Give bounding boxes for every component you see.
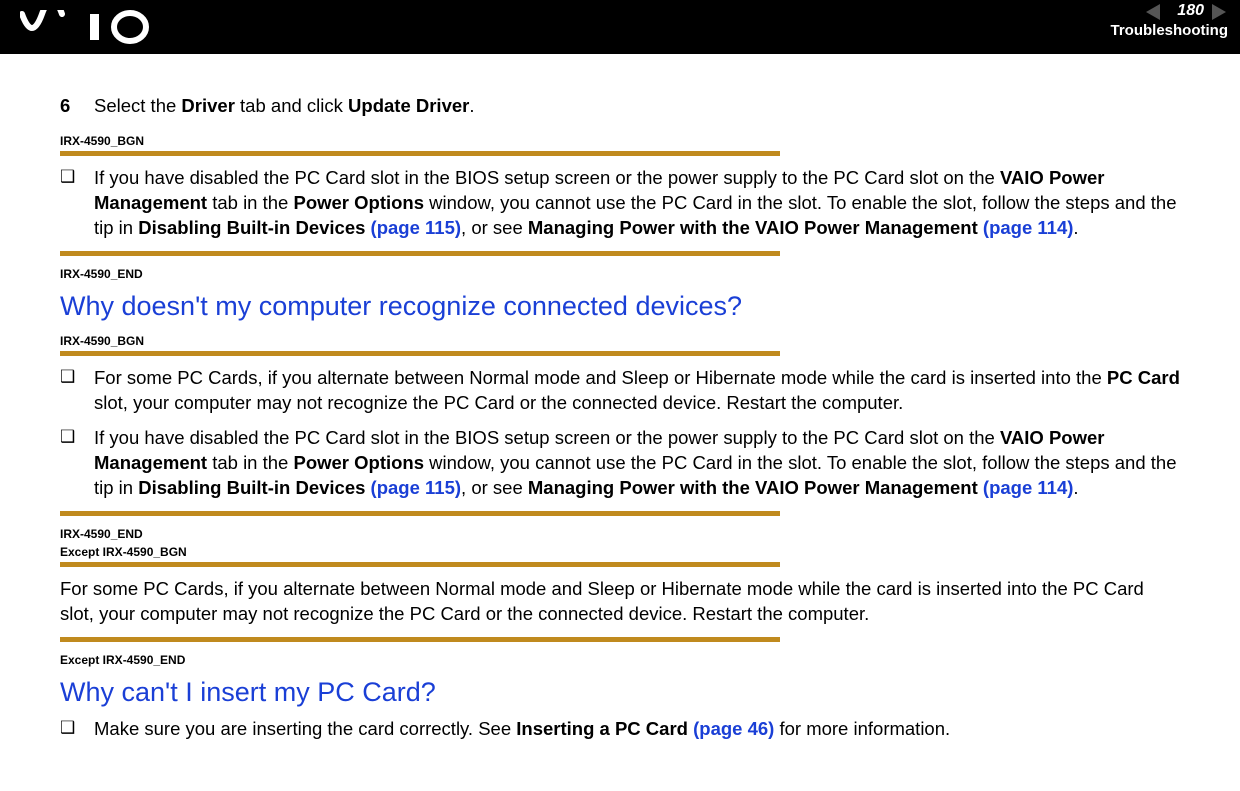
- vaio-logo-svg: [20, 10, 160, 44]
- page-content: 6 Select the Driver tab and click Update…: [0, 54, 1240, 782]
- marker-bgn: IRX-4590_BGN: [60, 333, 1180, 349]
- page-link[interactable]: (page 115): [371, 217, 462, 238]
- nav-prev-icon[interactable]: [1146, 4, 1160, 20]
- marker-except-end: Except IRX-4590_END: [60, 652, 1180, 668]
- bullet-text: If you have disabled the PC Card slot in…: [94, 166, 1180, 241]
- bullet-item: ❑ If you have disabled the PC Card slot …: [60, 426, 1180, 501]
- step-row: 6 Select the Driver tab and click Update…: [60, 94, 1180, 119]
- bullet-text: For some PC Cards, if you alternate betw…: [94, 366, 1180, 416]
- rule-divider: [60, 251, 780, 256]
- page-link[interactable]: (page 46): [693, 718, 774, 739]
- page-number: 180: [1177, 2, 1204, 20]
- marker-end: IRX-4590_END: [60, 526, 1180, 542]
- header-bar: 180 Troubleshooting: [0, 0, 1240, 54]
- section-heading: Why doesn't my computer recognize connec…: [60, 288, 1180, 324]
- rule-divider: [60, 637, 780, 642]
- step-text: Select the Driver tab and click Update D…: [94, 94, 475, 119]
- page-link[interactable]: (page 115): [371, 477, 462, 498]
- rule-divider: [60, 351, 780, 356]
- step-number: 6: [60, 94, 76, 119]
- marker-end: IRX-4590_END: [60, 266, 1180, 282]
- section-name: Troubleshooting: [1111, 22, 1229, 39]
- marker-except-bgn: Except IRX-4590_BGN: [60, 544, 1180, 560]
- bullet-icon: ❑: [60, 426, 76, 501]
- bullet-item: ❑ Make sure you are inserting the card c…: [60, 717, 1180, 742]
- section-heading: Why can't I insert my PC Card?: [60, 674, 1180, 710]
- page-link[interactable]: (page 114): [983, 477, 1074, 498]
- bullet-item: ❑ If you have disabled the PC Card slot …: [60, 166, 1180, 241]
- vaio-logo: [20, 10, 160, 44]
- paragraph: For some PC Cards, if you alternate betw…: [60, 577, 1180, 627]
- rule-divider: [60, 151, 780, 156]
- rule-divider: [60, 511, 780, 516]
- page-link[interactable]: (page 114): [983, 217, 1074, 238]
- bullet-item: ❑ For some PC Cards, if you alternate be…: [60, 366, 1180, 416]
- bullet-text: If you have disabled the PC Card slot in…: [94, 426, 1180, 501]
- bullet-icon: ❑: [60, 717, 76, 742]
- marker-bgn: IRX-4590_BGN: [60, 133, 1180, 149]
- bullet-text: Make sure you are inserting the card cor…: [94, 717, 950, 742]
- bullet-icon: ❑: [60, 166, 76, 241]
- nav-next-icon[interactable]: [1212, 4, 1226, 20]
- bullet-icon: ❑: [60, 366, 76, 416]
- rule-divider: [60, 562, 780, 567]
